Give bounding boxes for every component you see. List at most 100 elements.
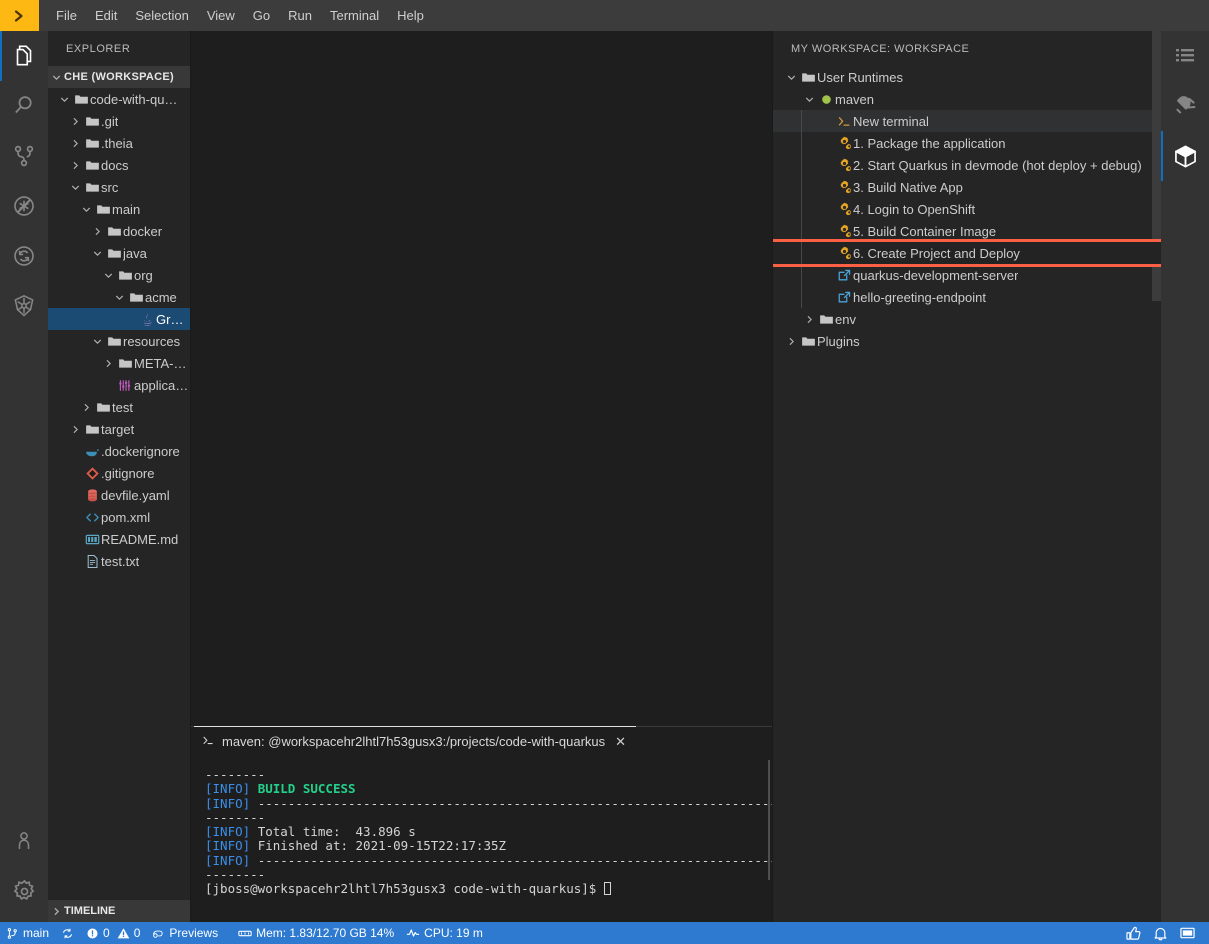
workspace-task-item[interactable]: 1. Package the application: [773, 132, 1161, 154]
file-tree-item[interactable]: java: [48, 242, 190, 264]
thumbs-up-icon[interactable]: [1120, 922, 1147, 944]
menu-edit[interactable]: Edit: [86, 4, 126, 28]
chevron-down-icon[interactable]: [67, 182, 83, 193]
status-bar-left: main 0 0 Previews Mem: 1.83/12.70 GB 14%…: [0, 922, 489, 944]
status-memory[interactable]: Mem: 1.83/12.70 GB 14%: [232, 922, 400, 944]
file-tree-item[interactable]: resources: [48, 330, 190, 352]
external-link-icon: [835, 290, 853, 305]
chevron-right-icon[interactable]: [801, 314, 817, 325]
workspace-task-item[interactable]: hello-greeting-endpoint: [773, 286, 1161, 308]
file-tree-item[interactable]: docs: [48, 154, 190, 176]
outline-list-icon[interactable]: [1161, 31, 1209, 81]
explorer-icon[interactable]: [0, 31, 48, 81]
chevron-down-icon[interactable]: [100, 270, 116, 281]
menu-terminal[interactable]: Terminal: [321, 4, 388, 28]
file-tree-item[interactable]: Greeti…: [48, 308, 190, 330]
file-tree-item-label: docs: [101, 157, 129, 173]
kubernetes-icon[interactable]: [0, 281, 48, 331]
chevron-right-icon[interactable]: [67, 424, 83, 435]
file-tree-item[interactable]: .theia: [48, 132, 190, 154]
close-icon[interactable]: ✕: [615, 734, 626, 750]
chevron-down-icon[interactable]: [783, 72, 799, 83]
warning-count: 0: [133, 926, 141, 940]
file-tree-item[interactable]: .git: [48, 110, 190, 132]
chevron-right-icon[interactable]: [89, 226, 105, 237]
menu-view[interactable]: View: [198, 4, 244, 28]
chevron-down-icon[interactable]: [111, 292, 127, 303]
explorer-title: EXPLORER: [66, 42, 131, 55]
workspace-task-item[interactable]: 6. Create Project and Deploy: [773, 239, 1161, 267]
account-icon[interactable]: [0, 816, 48, 866]
status-sync[interactable]: [55, 922, 80, 944]
file-tree-item[interactable]: applicati…: [48, 374, 190, 396]
chevron-down-icon[interactable]: [78, 204, 94, 215]
chevron-right-icon[interactable]: [100, 358, 116, 369]
terminal-line-tag: [INFO]: [205, 795, 251, 811]
plugin-plug-icon[interactable]: [1161, 81, 1209, 131]
file-tree-item[interactable]: devfile.yaml: [48, 484, 190, 506]
workspace-task-item[interactable]: 5. Build Container Image: [773, 220, 1161, 242]
layout-panel-icon[interactable]: [1174, 922, 1201, 944]
workspace-task-item[interactable]: env: [773, 308, 1161, 330]
file-tree-item[interactable]: META-INF: [48, 352, 190, 374]
workspace-task-item[interactable]: New terminal: [773, 110, 1161, 132]
chevron-down-icon[interactable]: [56, 94, 72, 105]
chevron-down-icon[interactable]: [89, 336, 105, 347]
workspace-task-item[interactable]: Plugins: [773, 330, 1161, 352]
text-file-icon: [83, 554, 101, 569]
explorer-root-label: CHE (WORKSPACE): [64, 71, 175, 83]
source-control-icon[interactable]: [0, 131, 48, 181]
timeline-section[interactable]: TIMELINE: [48, 900, 190, 922]
file-tree-item[interactable]: main: [48, 198, 190, 220]
file-tree-item[interactable]: code-with-qu…: [48, 88, 190, 110]
file-tree-item[interactable]: src: [48, 176, 190, 198]
menu-help[interactable]: Help: [388, 4, 433, 28]
file-tree-item-label: target: [101, 421, 135, 437]
chevron-right-icon[interactable]: [783, 336, 799, 347]
file-tree-item[interactable]: pom.xml: [48, 506, 190, 528]
bell-icon[interactable]: [1147, 922, 1174, 944]
workspace-cube-icon[interactable]: [1161, 131, 1209, 181]
chevron-right-icon[interactable]: [67, 138, 83, 149]
file-tree-item[interactable]: test.txt: [48, 550, 190, 572]
menu-go[interactable]: Go: [244, 4, 279, 28]
workspace-task-item[interactable]: quarkus-development-server: [773, 264, 1161, 286]
file-tree-item[interactable]: .gitignore: [48, 462, 190, 484]
folder-icon: [83, 136, 101, 151]
debug-icon[interactable]: [0, 181, 48, 231]
terminal-tab[interactable]: maven: @workspacehr2lhtl7h53gusx3:/proje…: [194, 726, 637, 756]
menu-selection[interactable]: Selection: [126, 4, 197, 28]
file-tree-item[interactable]: acme: [48, 286, 190, 308]
workspace-task-item[interactable]: User Runtimes: [773, 66, 1161, 88]
chevron-right-icon[interactable]: [67, 116, 83, 127]
chevron-down-icon[interactable]: [89, 248, 105, 259]
warning-icon: [117, 927, 130, 940]
explorer-root-section[interactable]: CHE (WORKSPACE): [48, 66, 190, 88]
status-previews[interactable]: Previews: [146, 922, 224, 944]
search-icon[interactable]: [0, 81, 48, 131]
terminal-scrollbar[interactable]: [768, 760, 770, 880]
workspace-task-item[interactable]: 4. Login to OpenShift: [773, 198, 1161, 220]
menu-run[interactable]: Run: [279, 4, 321, 28]
chevron-down-icon[interactable]: [801, 94, 817, 105]
settings-gear-icon[interactable]: [0, 866, 48, 916]
che-logo-icon[interactable]: [0, 0, 39, 31]
terminal-output[interactable]: -------- [INFO] BUILD SUCCESS [INFO] -----…: [191, 756, 772, 922]
file-tree-item[interactable]: docker: [48, 220, 190, 242]
chevron-right-icon[interactable]: [67, 160, 83, 171]
file-tree-item[interactable]: .dockerignore: [48, 440, 190, 462]
status-cpu[interactable]: CPU: 19 m: [400, 922, 489, 944]
xml-file-icon: [83, 510, 101, 525]
status-problems[interactable]: 0 0: [80, 922, 146, 944]
workspace-task-item[interactable]: maven: [773, 88, 1161, 110]
file-tree-item[interactable]: target: [48, 418, 190, 440]
status-branch[interactable]: main: [0, 922, 55, 944]
workspace-task-item[interactable]: 2. Start Quarkus in devmode (hot deploy …: [773, 154, 1161, 176]
chevron-right-icon[interactable]: [78, 402, 94, 413]
workspace-task-item[interactable]: 3. Build Native App: [773, 176, 1161, 198]
file-tree-item[interactable]: test: [48, 396, 190, 418]
sync-icon[interactable]: [0, 231, 48, 281]
menu-file[interactable]: File: [47, 4, 86, 28]
file-tree-item[interactable]: README.md: [48, 528, 190, 550]
file-tree-item[interactable]: org: [48, 264, 190, 286]
